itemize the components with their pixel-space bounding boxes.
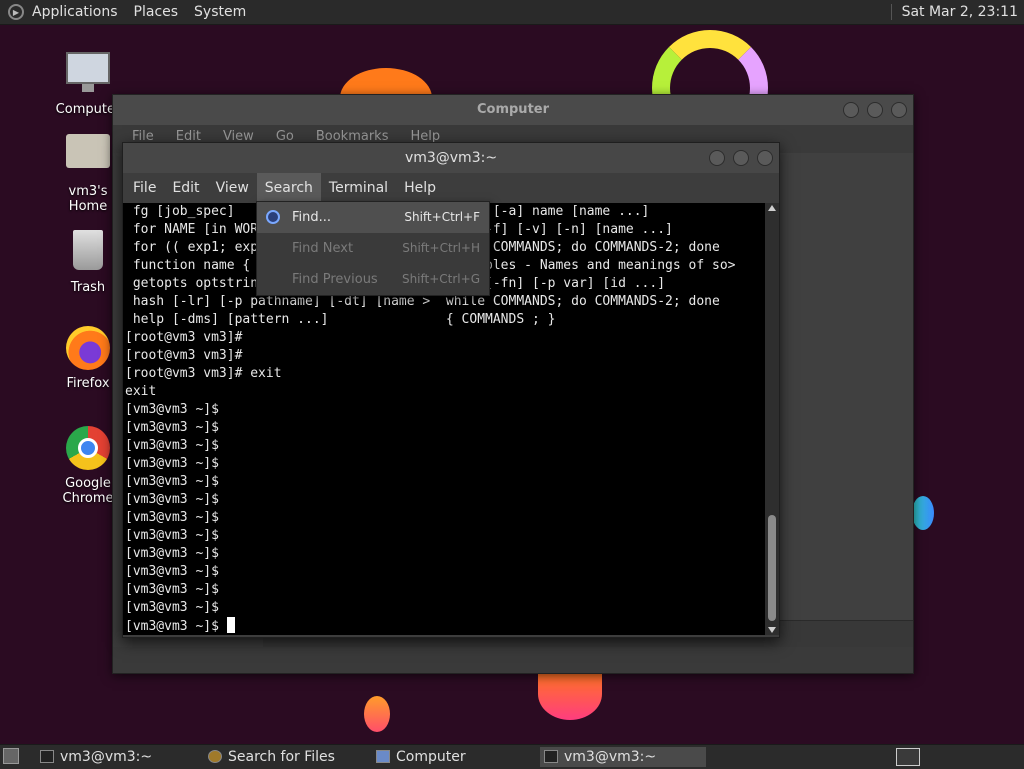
terminal-line: [vm3@vm3 ~]$ (125, 600, 219, 615)
task-search-files[interactable]: Search for Files (204, 747, 364, 767)
chrome-icon (66, 426, 110, 470)
firefox-icon (66, 326, 110, 370)
close-button[interactable] (891, 102, 907, 118)
menu-help[interactable]: Help (396, 173, 444, 203)
panel-menu-system[interactable]: System (186, 4, 254, 20)
maximize-button[interactable] (867, 102, 883, 118)
wallpaper-shape (912, 496, 934, 530)
terminal-line: [vm3@vm3 ~]$ (125, 564, 219, 579)
terminal-line: [vm3@vm3 ~]$ (125, 546, 219, 561)
terminal-cursor (226, 617, 235, 633)
scroll-thumb[interactable] (768, 515, 776, 621)
close-button[interactable] (757, 150, 773, 166)
task-label: vm3@vm3:~ (60, 749, 153, 765)
menu-view[interactable]: View (208, 173, 257, 203)
task-label: Computer (396, 749, 466, 765)
terminal-line: help [-dms] [pattern ...] { COMMANDS ; } (125, 312, 556, 327)
computer-icon (376, 750, 390, 763)
minimize-button[interactable] (843, 102, 859, 118)
search-menu-dropdown: Find... Shift+Ctrl+F Find Next Shift+Ctr… (256, 201, 490, 296)
applications-icon[interactable]: ▶ (8, 4, 24, 20)
menu-item-accel: Shift+Ctrl+F (404, 210, 480, 224)
menu-item-accel: Shift+Ctrl+G (401, 272, 480, 286)
task-label: Search for Files (228, 749, 335, 765)
menu-item-find[interactable]: Find... Shift+Ctrl+F (257, 202, 489, 233)
wallpaper-shape (538, 668, 602, 720)
menu-item-label: Find... (292, 210, 332, 225)
home-folder-icon (66, 134, 110, 168)
menu-edit[interactable]: Edit (164, 173, 207, 203)
terminal-scrollbar[interactable] (765, 203, 779, 635)
wallpaper-shape (364, 696, 390, 732)
window-title[interactable]: vm3@vm3:~ (123, 143, 779, 173)
task-terminal-1[interactable]: vm3@vm3:~ (36, 747, 196, 767)
maximize-button[interactable] (733, 150, 749, 166)
terminal-line: [root@vm3 vm3]# exit (125, 366, 282, 381)
panel-menu-applications[interactable]: Applications (24, 4, 126, 20)
terminal-line: [vm3@vm3 ~]$ (125, 402, 219, 417)
terminal-line: exit (125, 384, 157, 399)
terminal-icon (544, 750, 558, 763)
menu-item-label: Find Previous (292, 272, 378, 287)
menubar: File Edit View Search Terminal Help (123, 173, 779, 203)
workspace-switcher[interactable] (896, 748, 920, 766)
menu-item-label: Find Next (292, 241, 354, 256)
show-desktop-icon[interactable] (3, 748, 19, 764)
terminal-line: [vm3@vm3 ~]$ (123, 617, 765, 635)
terminal-line: [vm3@vm3 ~]$ (125, 582, 219, 597)
computer-icon (66, 52, 110, 92)
terminal-line: [vm3@vm3 ~]$ (125, 420, 219, 435)
menu-item-find-next: Find Next Shift+Ctrl+H (257, 233, 489, 264)
terminal-line: [vm3@vm3 ~]$ (125, 456, 219, 471)
terminal-line: [vm3@vm3 ~]$ (125, 528, 219, 543)
find-icon (266, 210, 280, 224)
terminal-line: [vm3@vm3 ~]$ (125, 474, 219, 489)
menu-search[interactable]: Search (256, 173, 321, 203)
trash-icon (73, 230, 103, 270)
task-label: vm3@vm3:~ (564, 749, 657, 765)
terminal-line: [vm3@vm3 ~]$ (125, 492, 219, 507)
window-title[interactable]: Computer (113, 95, 913, 125)
menu-item-accel: Shift+Ctrl+H (402, 241, 480, 255)
search-icon (208, 750, 222, 763)
task-terminal-2[interactable]: vm3@vm3:~ (540, 747, 706, 767)
menu-terminal[interactable]: Terminal (321, 173, 396, 203)
terminal-line: [vm3@vm3 ~]$ (125, 438, 219, 453)
terminal-line: [root@vm3 vm3]# (125, 348, 243, 363)
top-panel: ▶ Applications Places System Sat Mar 2, … (0, 0, 1024, 25)
scroll-up-icon[interactable] (768, 205, 776, 211)
task-computer[interactable]: Computer (372, 747, 532, 767)
scroll-down-icon[interactable] (768, 627, 776, 633)
menu-file[interactable]: File (125, 173, 164, 203)
menu-item-find-previous: Find Previous Shift+Ctrl+G (257, 264, 489, 295)
panel-menu-places[interactable]: Places (126, 4, 187, 20)
minimize-button[interactable] (709, 150, 725, 166)
terminal-line: [root@vm3 vm3]# (125, 330, 243, 345)
terminal-icon (40, 750, 54, 763)
bottom-taskbar: vm3@vm3:~ Search for Files Computer vm3@… (0, 744, 1024, 769)
panel-clock[interactable]: Sat Mar 2, 23:11 (890, 4, 1018, 20)
terminal-line: [vm3@vm3 ~]$ (125, 510, 219, 525)
